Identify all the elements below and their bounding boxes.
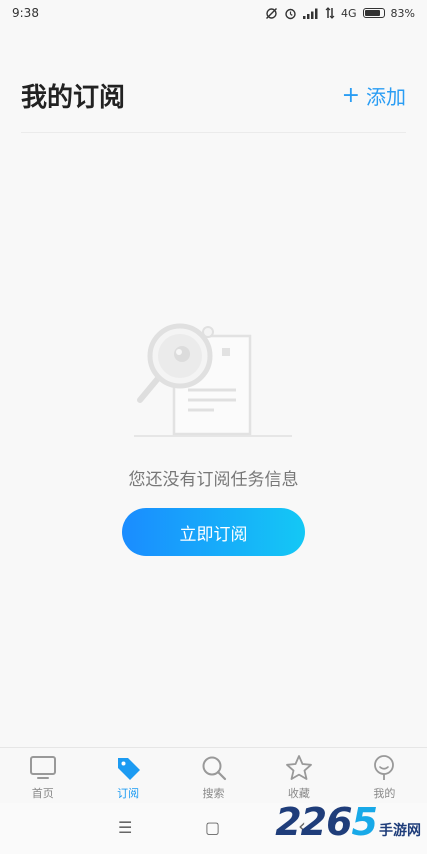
network-label: 4G (341, 6, 357, 20)
nav-label-home: 首页 (31, 787, 54, 800)
page-title: 我的订阅 (21, 82, 126, 113)
nav-item-favorites[interactable]: 收藏 (256, 748, 341, 803)
nav-item-subscribe[interactable]: 订阅 (85, 748, 170, 803)
nav-label-subscribe: 订阅 (117, 787, 140, 800)
search-icon (200, 754, 228, 782)
bottom-nav: 首页 订阅 搜索 收藏 我的 (0, 747, 427, 803)
nav-label-favorites: 收藏 (287, 787, 310, 800)
nav-item-home[interactable]: 首页 (0, 748, 85, 803)
tv-icon (29, 754, 57, 782)
nav-label-profile: 我的 (373, 787, 396, 800)
status-icons: 4G 83% (265, 7, 415, 20)
watermark-number: 226 (275, 800, 352, 844)
battery-percent: 83% (390, 6, 415, 20)
page-header: 我的订阅 + 添加 (21, 72, 406, 118)
battery-icon (362, 8, 385, 18)
nav-item-search[interactable]: 搜索 (171, 748, 256, 803)
menu-icon[interactable]: ☰ (118, 818, 132, 837)
watermark-logo: 226 5 手游网 (275, 800, 421, 844)
header-divider (21, 132, 406, 133)
nav-item-profile[interactable]: 我的 (342, 748, 427, 803)
sync-off-icon (266, 7, 278, 19)
plus-icon: + (341, 82, 360, 108)
tag-icon (114, 754, 142, 782)
add-label: 添加 (366, 84, 406, 109)
alarm-icon (285, 8, 296, 19)
watermark-number-accent: 5 (351, 800, 378, 844)
subscribe-now-button[interactable]: 立即订阅 (122, 508, 305, 556)
status-bar: 9:38 4G 83% (0, 0, 427, 26)
watermark-text: 手游网 (379, 823, 421, 839)
home-icon[interactable]: ▢ (205, 818, 220, 837)
nav-label-search: 搜索 (202, 787, 225, 800)
empty-message: 您还没有订阅任务信息 (128, 470, 299, 490)
signal-icon (303, 8, 318, 19)
status-time: 9:38 (12, 6, 39, 20)
star-icon (285, 754, 313, 782)
search-document-icon (134, 323, 292, 437)
profile-icon (370, 754, 398, 782)
add-subscription-button[interactable]: + 添加 (342, 81, 406, 110)
data-arrows-icon (325, 7, 335, 19)
